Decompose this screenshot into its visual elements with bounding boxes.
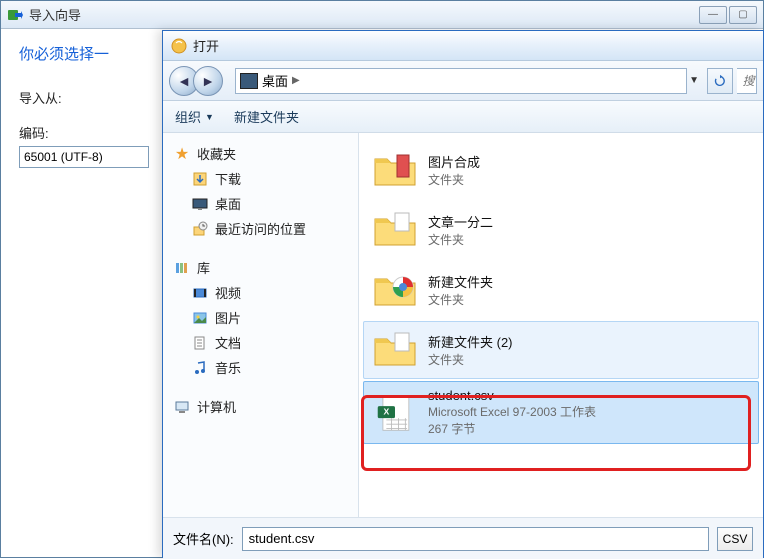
file-name: 新建文件夹 bbox=[428, 272, 493, 291]
file-type-filter[interactable]: CSV bbox=[717, 527, 753, 551]
dialog-main: ★ 收藏夹 下载 桌面 最近访问的位置 库 视频 bbox=[163, 133, 763, 517]
folder-icon bbox=[372, 148, 418, 192]
sidebar-item-downloads[interactable]: 下载 bbox=[163, 166, 358, 191]
computer-icon bbox=[173, 398, 191, 416]
sidebar-item-desktop[interactable]: 桌面 bbox=[163, 191, 358, 216]
open-dialog: 打开 ◄ ► 桌面 ▶ ▼ 搜 组织▼ 新建文件夹 ★ 收藏夹 下载 bbox=[162, 30, 764, 558]
sidebar-item-label: 收藏夹 bbox=[197, 144, 236, 163]
file-item-folder[interactable]: 新建文件夹 文件夹 bbox=[363, 261, 759, 319]
back-arrow-icon: ◄ bbox=[177, 73, 191, 89]
organize-menu[interactable]: 组织▼ bbox=[175, 107, 214, 126]
refresh-icon bbox=[713, 74, 727, 88]
sidebar-item-label: 文档 bbox=[215, 333, 241, 352]
nav-bar: ◄ ► 桌面 ▶ ▼ 搜 bbox=[163, 61, 763, 101]
chevron-right-icon: ▶ bbox=[292, 75, 300, 86]
open-dialog-title: 打开 bbox=[193, 36, 219, 55]
filename-row: 文件名(N): CSV bbox=[163, 517, 763, 559]
folder-icon bbox=[372, 208, 418, 252]
filename-label: 文件名(N): bbox=[173, 529, 234, 548]
search-placeholder: 搜 bbox=[742, 72, 754, 89]
file-name: 图片合成 bbox=[428, 152, 480, 171]
file-name: student.csv bbox=[428, 388, 596, 403]
forward-button[interactable]: ► bbox=[193, 66, 223, 96]
file-item-folder[interactable]: 图片合成 文件夹 bbox=[363, 141, 759, 199]
sidebar-group-computer[interactable]: 计算机 bbox=[163, 394, 358, 419]
file-name: 文章一分二 bbox=[428, 212, 493, 231]
import-icon bbox=[7, 7, 23, 23]
toolbar: 组织▼ 新建文件夹 bbox=[163, 101, 763, 133]
file-type: Microsoft Excel 97-2003 工作表 bbox=[428, 403, 596, 420]
sidebar-item-pictures[interactable]: 图片 bbox=[163, 305, 358, 330]
new-folder-button[interactable]: 新建文件夹 bbox=[234, 107, 299, 126]
sidebar-item-videos[interactable]: 视频 bbox=[163, 280, 358, 305]
forward-arrow-icon: ► bbox=[201, 73, 215, 89]
file-type: 文件夹 bbox=[428, 351, 513, 368]
file-type: 文件夹 bbox=[428, 291, 493, 308]
encoding-select[interactable] bbox=[19, 146, 149, 168]
maximize-button[interactable]: ▢ bbox=[729, 6, 757, 24]
desktop-breadcrumb-icon bbox=[240, 73, 258, 89]
sidebar-item-label: 下载 bbox=[215, 169, 241, 188]
breadcrumb-dropdown-icon[interactable]: ▼ bbox=[689, 75, 699, 86]
search-input[interactable]: 搜 bbox=[737, 68, 757, 94]
file-item-folder[interactable]: 文章一分二 文件夹 bbox=[363, 201, 759, 259]
folder-icon bbox=[372, 328, 418, 372]
refresh-button[interactable] bbox=[707, 68, 733, 94]
sidebar-group-libraries[interactable]: 库 bbox=[163, 255, 358, 280]
recent-icon bbox=[191, 220, 209, 238]
import-wizard-titlebar: 导入向导 — ▢ bbox=[1, 1, 763, 29]
file-name: 新建文件夹 (2) bbox=[428, 332, 513, 351]
library-icon bbox=[173, 259, 191, 277]
sidebar-item-label: 图片 bbox=[215, 308, 241, 327]
sidebar-item-label: 音乐 bbox=[215, 358, 241, 377]
desktop-icon bbox=[191, 195, 209, 213]
video-icon bbox=[191, 284, 209, 302]
file-type: 文件夹 bbox=[428, 231, 493, 248]
sidebar-item-music[interactable]: 音乐 bbox=[163, 355, 358, 380]
breadcrumb-location: 桌面 bbox=[262, 71, 288, 90]
file-item-folder[interactable]: 新建文件夹 (2) 文件夹 bbox=[363, 321, 759, 379]
sidebar: ★ 收藏夹 下载 桌面 最近访问的位置 库 视频 bbox=[163, 133, 359, 517]
file-list: 图片合成 文件夹 文章一分二 文件夹 新建文件夹 文件夹 bbox=[359, 133, 763, 517]
filename-input[interactable] bbox=[242, 527, 709, 551]
minimize-button[interactable]: — bbox=[699, 6, 727, 24]
chevron-down-icon: ▼ bbox=[205, 112, 214, 122]
sidebar-item-documents[interactable]: 文档 bbox=[163, 330, 358, 355]
sidebar-item-label: 库 bbox=[197, 258, 210, 277]
sidebar-item-label: 视频 bbox=[215, 283, 241, 302]
documents-icon bbox=[191, 334, 209, 352]
svg-text:X: X bbox=[383, 406, 389, 416]
open-dialog-icon bbox=[171, 38, 187, 54]
file-type: 文件夹 bbox=[428, 171, 480, 188]
pictures-icon bbox=[191, 309, 209, 327]
file-item-csv[interactable]: X student.csv Microsoft Excel 97-2003 工作… bbox=[363, 381, 759, 444]
sidebar-item-label: 计算机 bbox=[197, 397, 236, 416]
sidebar-item-recent[interactable]: 最近访问的位置 bbox=[163, 216, 358, 241]
window-controls: — ▢ bbox=[699, 6, 757, 24]
file-size: 267 字节 bbox=[428, 420, 596, 437]
open-dialog-titlebar: 打开 bbox=[163, 31, 763, 61]
csv-file-icon: X bbox=[372, 391, 418, 435]
sidebar-item-label: 桌面 bbox=[215, 194, 241, 213]
breadcrumb[interactable]: 桌面 ▶ bbox=[235, 68, 687, 94]
import-wizard-title: 导入向导 bbox=[29, 5, 699, 24]
download-icon bbox=[191, 170, 209, 188]
sidebar-item-label: 最近访问的位置 bbox=[215, 219, 306, 238]
sidebar-group-favorites[interactable]: ★ 收藏夹 bbox=[163, 141, 358, 166]
folder-icon bbox=[372, 268, 418, 312]
star-icon: ★ bbox=[173, 145, 191, 163]
music-icon bbox=[191, 359, 209, 377]
